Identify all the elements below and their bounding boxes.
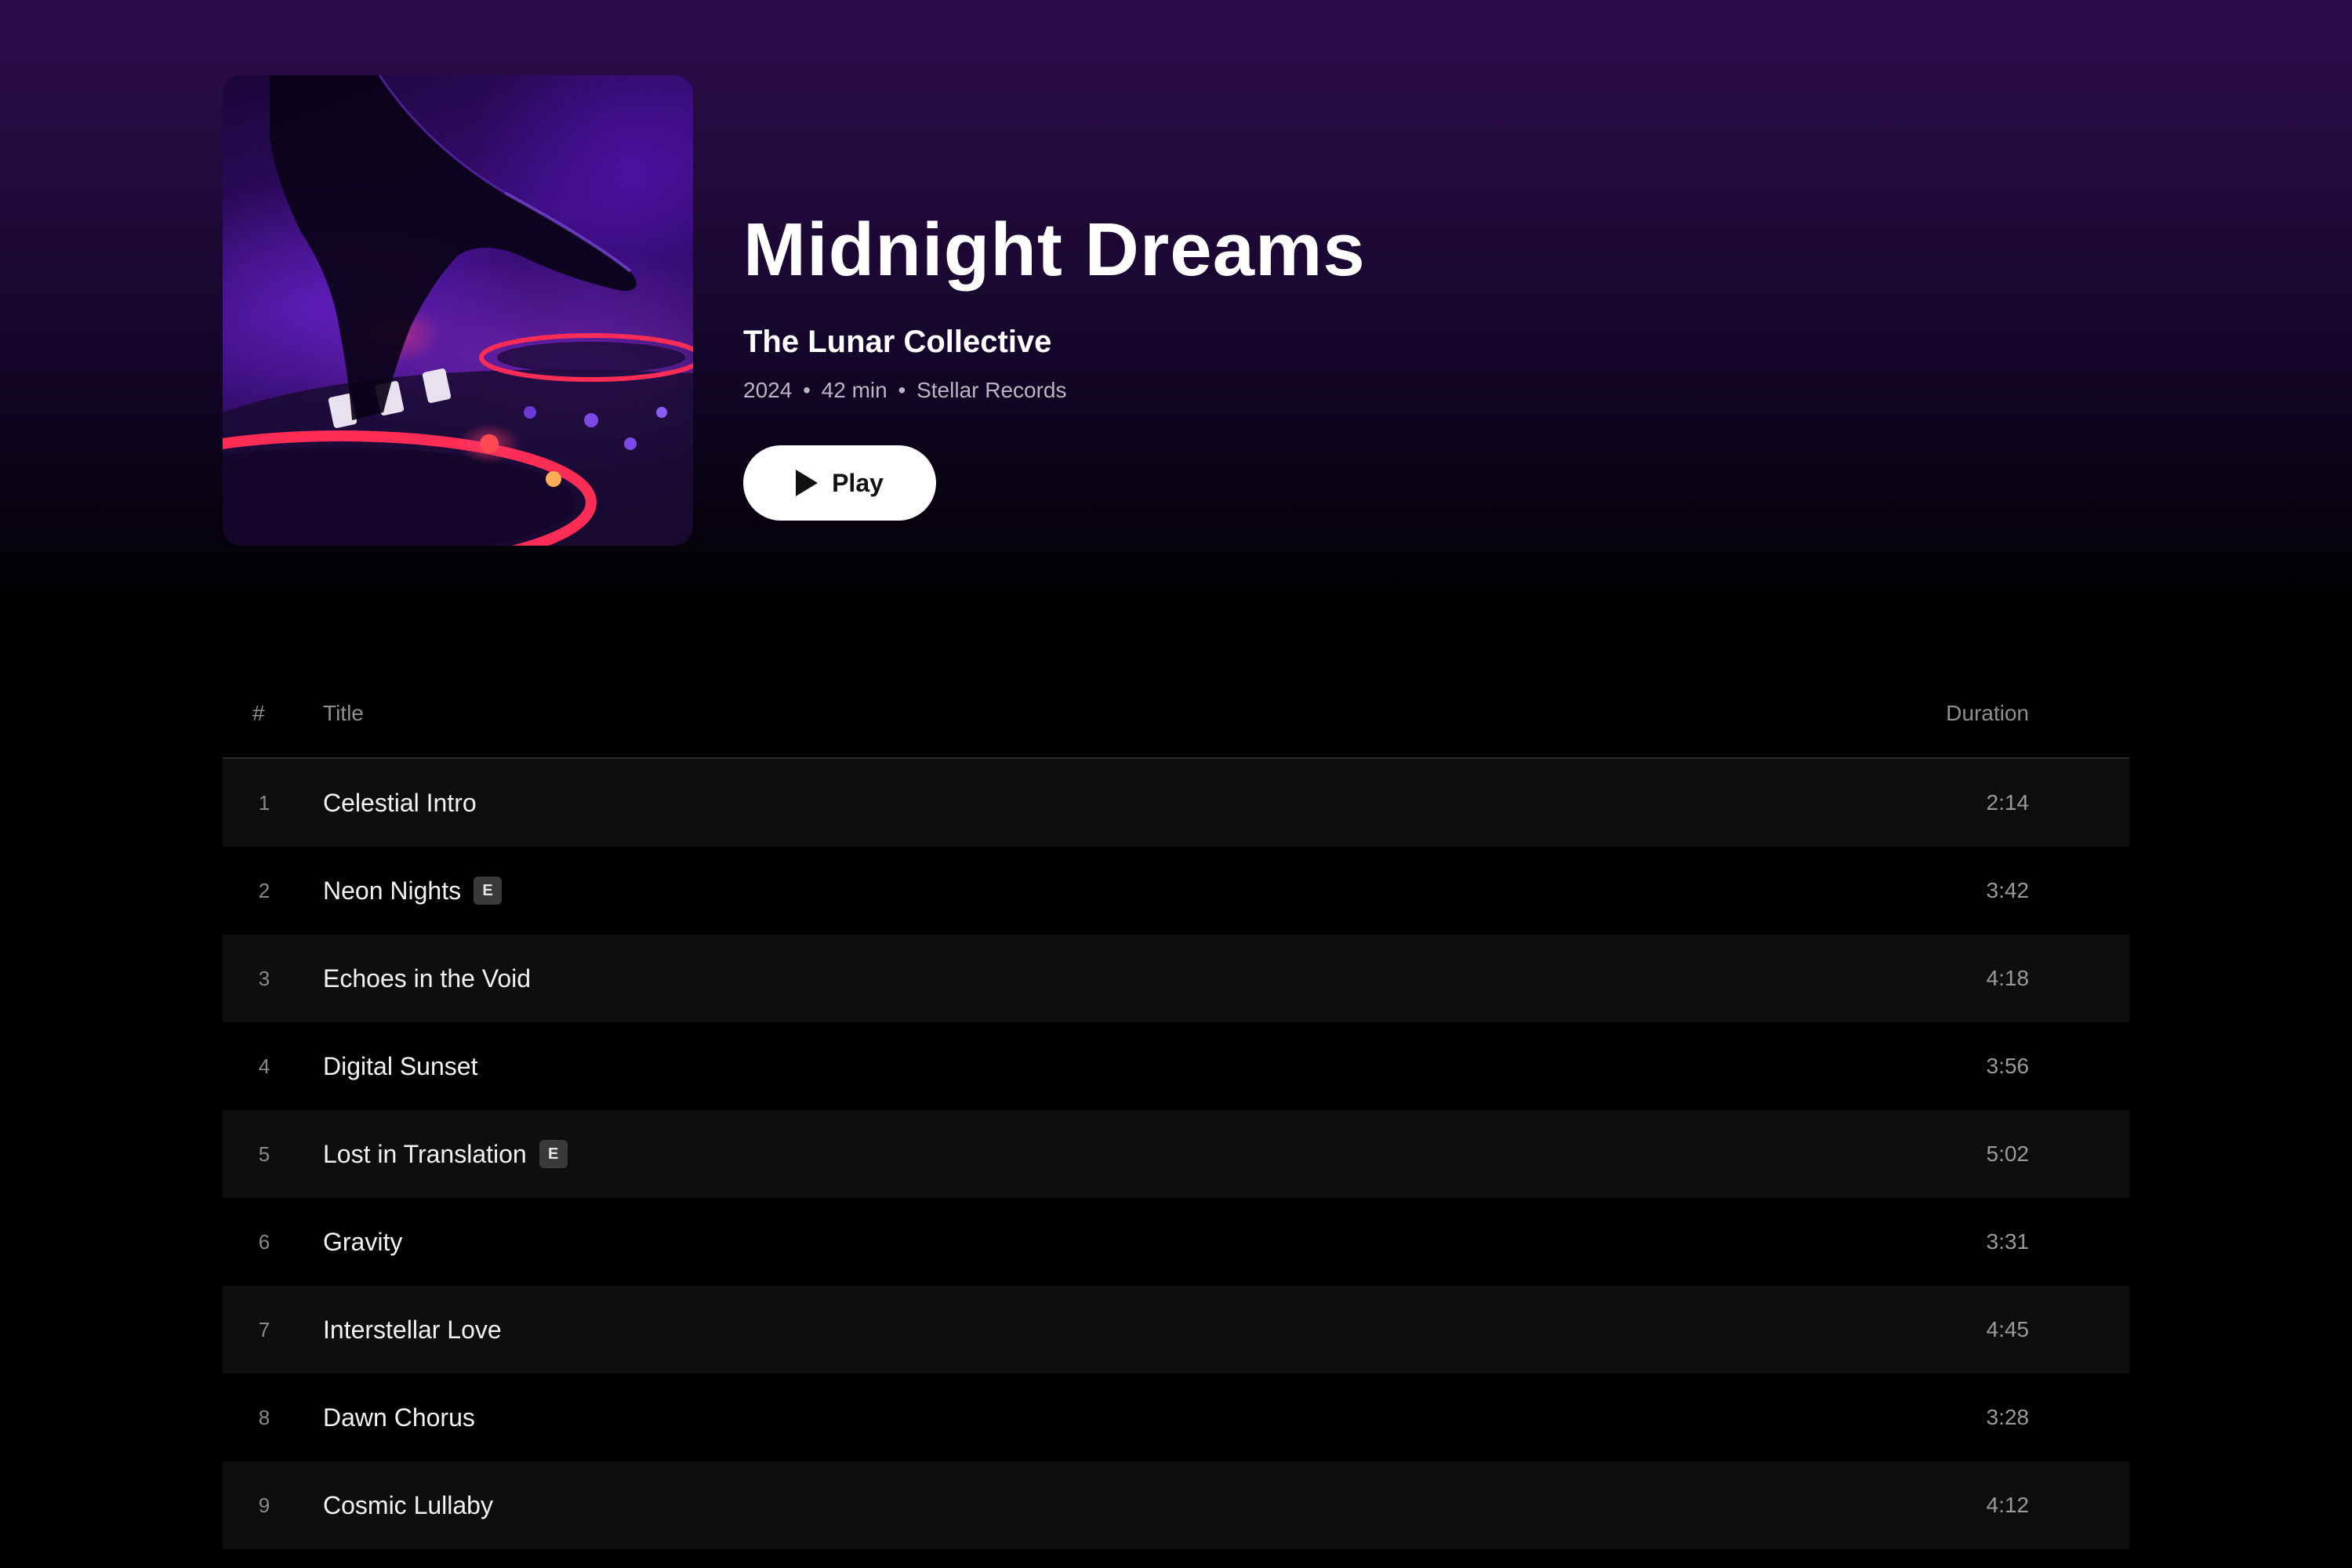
album-info: 2024 • 42 min • Stellar Records (743, 378, 1067, 403)
track-title-group: Interstellar Love (323, 1286, 502, 1374)
track-row[interactable]: 8 Dawn Chorus 3:28 (223, 1374, 2129, 1461)
record-label: Stellar Records (916, 378, 1067, 402)
track-number: 9 (258, 1494, 270, 1517)
album-length: 42 min (821, 378, 887, 402)
track-title-group: Digital Sunset (323, 1022, 477, 1110)
track-number: 4 (258, 1054, 270, 1078)
explicit-badge: E (539, 1140, 568, 1168)
track-row[interactable]: 7 Interstellar Love 4:45 (223, 1286, 2129, 1374)
dj-mixer-illustration (223, 75, 693, 546)
separator-dot: • (898, 378, 906, 402)
track-title-group: Cosmic Lullaby (323, 1461, 493, 1549)
track-number: 2 (258, 879, 270, 902)
track-duration: 5:02 (1986, 1142, 2030, 1166)
track-duration: 4:18 (1986, 966, 2030, 990)
track-duration: 3:56 (1986, 1054, 2030, 1078)
track-title: Gravity (323, 1227, 403, 1256)
track-title: Neon Nights (323, 876, 462, 905)
play-button[interactable]: Play (743, 445, 936, 521)
track-number: 3 (258, 967, 270, 990)
tracklist-header: # Title Duration (223, 682, 2129, 759)
artist-name[interactable]: The Lunar Collective (743, 325, 1051, 360)
track-title-group: Dawn Chorus (323, 1374, 475, 1461)
album-page: Midnight Dreams The Lunar Collective 202… (0, 0, 2352, 1568)
track-duration: 3:28 (1986, 1405, 2030, 1429)
explicit-badge: E (474, 877, 503, 905)
track-title-group: Gravity (323, 1198, 402, 1286)
track-number: 6 (258, 1230, 270, 1254)
track-duration: 3:42 (1986, 878, 2030, 902)
track-title-group: Echoes in the Void (323, 935, 531, 1022)
track-row[interactable]: 3 Echoes in the Void 4:18 (223, 935, 2129, 1022)
track-title: Cosmic Lullaby (323, 1490, 493, 1519)
play-button-label: Play (832, 468, 884, 497)
track-title: Dawn Chorus (323, 1403, 475, 1432)
separator-dot: • (803, 378, 811, 402)
track-title: Interstellar Love (323, 1315, 502, 1344)
tracklist: # Title Duration 1 Celestial Intro 2:14 2 Ne… (223, 682, 2129, 1549)
track-title-group: Celestial Intro (323, 759, 477, 847)
column-header-number: # (252, 701, 265, 725)
track-rows: 1 Celestial Intro 2:14 2 Neon Nights E 3:42 3 Ec… (223, 759, 2129, 1549)
track-duration: 4:12 (1986, 1493, 2030, 1517)
track-title: Lost in Translation (323, 1139, 527, 1168)
track-title-group: Lost in Translation E (323, 1110, 568, 1198)
column-header-title: Title (323, 701, 364, 725)
track-row[interactable]: 9 Cosmic Lullaby 4:12 (223, 1461, 2129, 1549)
track-row[interactable]: 2 Neon Nights E 3:42 (223, 847, 2129, 935)
track-title-group: Neon Nights E (323, 847, 503, 935)
track-title: Digital Sunset (323, 1051, 478, 1080)
column-header-duration: Duration (1946, 701, 2029, 725)
track-row[interactable]: 6 Gravity 3:31 (223, 1198, 2129, 1286)
track-duration: 4:45 (1986, 1317, 2030, 1341)
track-title: Echoes in the Void (323, 964, 532, 993)
track-number: 8 (258, 1406, 270, 1429)
album-cover-image (223, 75, 693, 546)
track-title: Celestial Intro (323, 788, 477, 817)
track-row[interactable]: 4 Digital Sunset 3:56 (223, 1022, 2129, 1110)
track-duration: 3:31 (1986, 1229, 2030, 1254)
album-year: 2024 (743, 378, 793, 402)
track-number: 1 (258, 791, 270, 815)
album-hero: Midnight Dreams The Lunar Collective 202… (223, 75, 2129, 546)
play-icon (796, 470, 818, 496)
track-number: 5 (258, 1142, 270, 1166)
track-duration: 2:14 (1986, 790, 2030, 815)
track-number: 7 (258, 1318, 270, 1341)
track-row[interactable]: 1 Celestial Intro 2:14 (223, 759, 2129, 847)
track-row[interactable]: 5 Lost in Translation E 5:02 (223, 1110, 2129, 1198)
album-title: Midnight Dreams (743, 208, 1366, 292)
